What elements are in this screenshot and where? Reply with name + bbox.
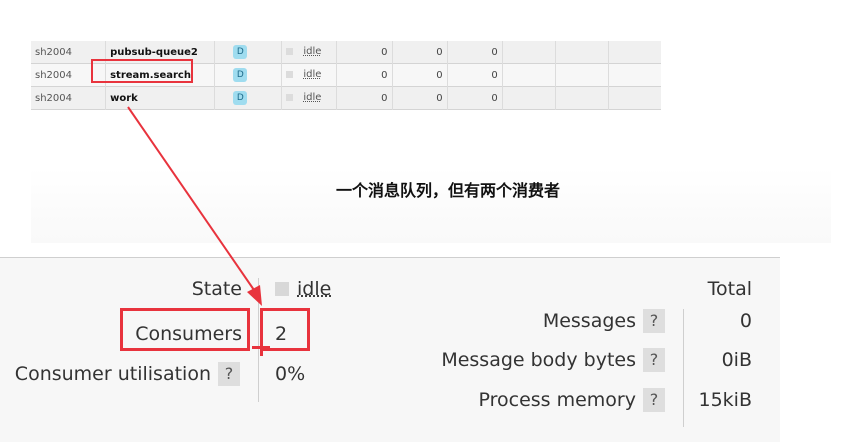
annotation-arrow-icon [127,106,262,306]
